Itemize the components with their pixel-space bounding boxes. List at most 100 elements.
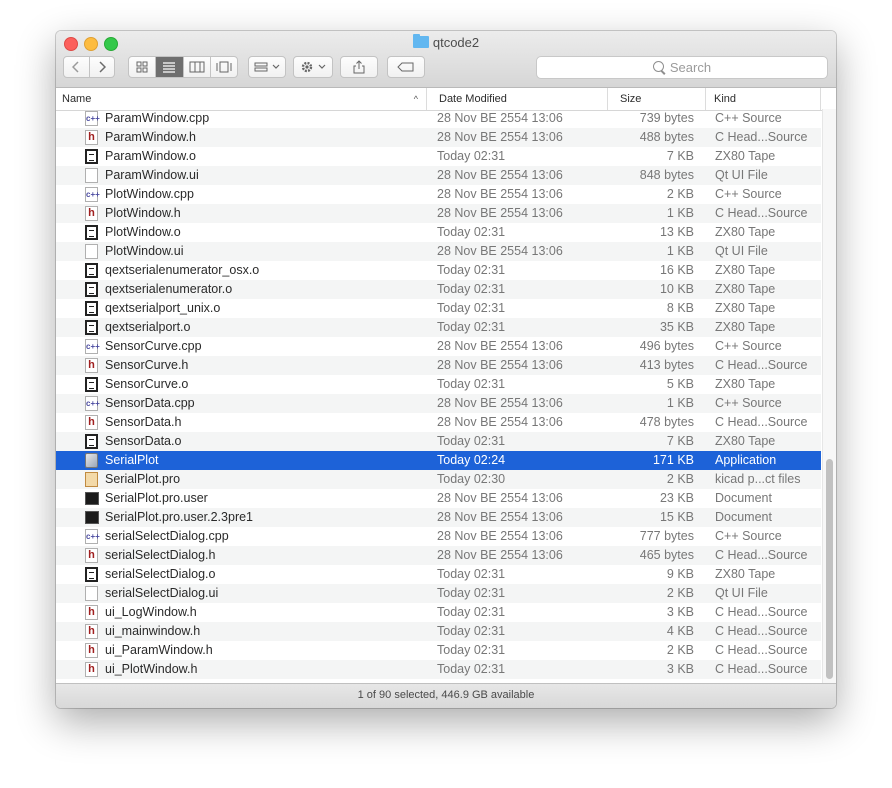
- chevron-left-icon: [72, 61, 79, 73]
- file-name-cell: qextserialport_unix.o: [85, 299, 425, 318]
- file-date: Today 02:31: [437, 586, 506, 600]
- file-name: PlotWindow.h: [105, 206, 181, 220]
- file-row[interactable]: PlotWindow.o Today 02:31 13 KB ZX80 Tape: [56, 223, 821, 242]
- columns-icon: [189, 61, 205, 73]
- column-header-size[interactable]: Size: [608, 88, 706, 110]
- window-title-text: qtcode2: [432, 35, 480, 50]
- file-row[interactable]: c++ serialSelectDialog.cpp 28 Nov BE 2554 …: [56, 527, 821, 546]
- forward-button[interactable]: [90, 57, 115, 77]
- file-name: SensorData.h: [105, 415, 182, 429]
- file-row[interactable]: SerialPlot.pro.user.2.3pre1 28 Nov BE 255…: [56, 508, 821, 527]
- file-row[interactable]: h PlotWindow.h 28 Nov BE 2554 13:06 1 KB C H…: [56, 204, 821, 223]
- file-kind: kicad p...ct files: [715, 472, 801, 486]
- file-kind: Qt UI File: [715, 586, 768, 600]
- file-row[interactable]: SensorData.o Today 02:31 7 KB ZX80 Tape: [56, 432, 821, 451]
- file-row[interactable]: ParamWindow.o Today 02:31 7 KB ZX80 Tape: [56, 147, 821, 166]
- titlebar: qtcode2 Search: [56, 31, 836, 88]
- file-row[interactable]: ParamWindow.ui 28 Nov BE 2554 13:06 848 by…: [56, 166, 821, 185]
- file-name-cell: SensorCurve.o: [85, 375, 425, 394]
- object-file-icon: [85, 301, 98, 316]
- file-name-cell: qextserialenumerator.o: [85, 280, 425, 299]
- icon-view-button[interactable]: [129, 57, 157, 77]
- share-button[interactable]: [340, 56, 378, 78]
- object-file-icon: [85, 320, 98, 335]
- document-icon: [85, 168, 98, 183]
- file-date: Today 02:31: [437, 149, 506, 163]
- file-row[interactable]: qextserialenumerator.o Today 02:31 10 KB ZX…: [56, 280, 821, 299]
- file-name-cell: qextserialenumerator_osx.o: [85, 261, 425, 280]
- file-date: Today 02:31: [437, 605, 506, 619]
- gallery-view-button[interactable]: [211, 57, 237, 77]
- file-date: Today 02:31: [437, 301, 506, 315]
- file-row[interactable]: SensorCurve.o Today 02:31 5 KB ZX80 Tape: [56, 375, 821, 394]
- file-date: 28 Nov BE 2554 13:06: [437, 187, 563, 201]
- file-row[interactable]: PlotWindow.ui 28 Nov BE 2554 13:06 1 KB Qt …: [56, 242, 821, 261]
- file-size: 4 KB: [666, 624, 694, 638]
- header-file-icon: h: [85, 130, 98, 145]
- scrollbar-thumb[interactable]: [826, 459, 833, 679]
- file-name: SerialPlot.pro.user.2.3pre1: [105, 510, 254, 524]
- file-date: Today 02:30: [437, 472, 506, 486]
- file-row[interactable]: h ui_LogWindow.h Today 02:31 3 KB C Head...S…: [56, 603, 821, 622]
- file-row[interactable]: serialSelectDialog.o Today 02:31 9 KB ZX80 …: [56, 565, 821, 584]
- vertical-scrollbar[interactable]: [822, 109, 836, 683]
- tags-button[interactable]: [387, 56, 425, 78]
- file-date: 28 Nov BE 2554 13:06: [437, 415, 563, 429]
- terminal-file-icon: [85, 492, 99, 505]
- back-button[interactable]: [64, 57, 90, 77]
- file-name: qextserialport_unix.o: [105, 301, 221, 315]
- file-size: 1 KB: [666, 396, 694, 410]
- search-field[interactable]: Search: [536, 56, 828, 79]
- share-icon: [353, 60, 365, 74]
- file-size: 2 KB: [666, 472, 694, 486]
- list-icon: [163, 62, 176, 73]
- file-row[interactable]: h SensorCurve.h 28 Nov BE 2554 13:06 413 by…: [56, 356, 821, 375]
- window-title: qtcode2: [56, 34, 836, 51]
- file-row[interactable]: qextserialport_unix.o Today 02:31 8 KB ZX80…: [56, 299, 821, 318]
- file-size: 7 KB: [666, 434, 694, 448]
- column-view-button[interactable]: [184, 57, 211, 77]
- file-row[interactable]: qextserialenumerator_osx.o Today 02:31 16 …: [56, 261, 821, 280]
- file-size: 2 KB: [666, 187, 694, 201]
- file-date: 28 Nov BE 2554 13:06: [437, 244, 563, 258]
- file-kind: C Head...Source: [715, 662, 808, 676]
- header-file-icon: h: [85, 415, 98, 430]
- file-row[interactable]: qextserialport.o Today 02:31 35 KB ZX80 Tap…: [56, 318, 821, 337]
- file-row[interactable]: SerialPlot Today 02:24 171 KB Application: [56, 451, 821, 470]
- file-row[interactable]: h SensorData.h 28 Nov BE 2554 13:06 478 byt…: [56, 413, 821, 432]
- file-row[interactable]: serialSelectDialog.ui Today 02:31 2 KB Qt U…: [56, 584, 821, 603]
- column-kind-label: Kind: [714, 93, 737, 105]
- chevron-down-icon: [272, 64, 280, 69]
- file-row[interactable]: h ui_PlotWindow.h Today 02:31 3 KB C Head...…: [56, 660, 821, 679]
- file-name-cell: h ui_LogWindow.h: [85, 603, 425, 622]
- file-row[interactable]: c++ SensorCurve.cpp 28 Nov BE 2554 13:06 49…: [56, 337, 821, 356]
- file-size: 1 KB: [666, 206, 694, 220]
- file-row[interactable]: h ui_ParamWindow.h Today 02:31 2 KB C Head..…: [56, 641, 821, 660]
- application-icon: [85, 453, 98, 468]
- file-row[interactable]: h ui_mainwindow.h Today 02:31 4 KB C Head...…: [56, 622, 821, 641]
- file-name-cell: qextserialport.o: [85, 318, 425, 337]
- file-row[interactable]: c++ PlotWindow.cpp 28 Nov BE 2554 13:06 2 K…: [56, 185, 821, 204]
- search-icon: [652, 61, 664, 72]
- header-file-icon: h: [85, 206, 98, 221]
- file-kind: C++ Source: [715, 187, 782, 201]
- arrange-button[interactable]: [248, 56, 286, 78]
- file-row[interactable]: h serialSelectDialog.h 28 Nov BE 2554 13:0…: [56, 546, 821, 565]
- file-row[interactable]: SerialPlot.pro.user 28 Nov BE 2554 13:06 2…: [56, 489, 821, 508]
- file-row[interactable]: h ParamWindow.h 28 Nov BE 2554 13:06 488 by…: [56, 128, 821, 147]
- file-name-cell: h PlotWindow.h: [85, 204, 425, 223]
- file-size: 3 KB: [666, 662, 694, 676]
- file-name-cell: h ui_PlotWindow.h: [85, 660, 425, 679]
- column-header-kind[interactable]: Kind: [706, 88, 821, 110]
- file-row[interactable]: c++ ParamWindow.cpp 28 Nov BE 2554 13:06 73…: [56, 109, 821, 128]
- action-button[interactable]: [293, 56, 333, 78]
- column-header-date[interactable]: Date Modified: [427, 88, 608, 110]
- file-row[interactable]: c++ SensorData.cpp 28 Nov BE 2554 13:06 1 K…: [56, 394, 821, 413]
- file-kind: C++ Source: [715, 339, 782, 353]
- column-header-name[interactable]: Name ^: [56, 88, 427, 110]
- file-kind: C Head...Source: [715, 206, 808, 220]
- list-view-button[interactable]: [156, 57, 184, 77]
- file-row[interactable]: SerialPlot.pro Today 02:30 2 KB kicad p...c…: [56, 470, 821, 489]
- object-file-icon: [85, 567, 98, 582]
- file-kind: C Head...Source: [715, 548, 808, 562]
